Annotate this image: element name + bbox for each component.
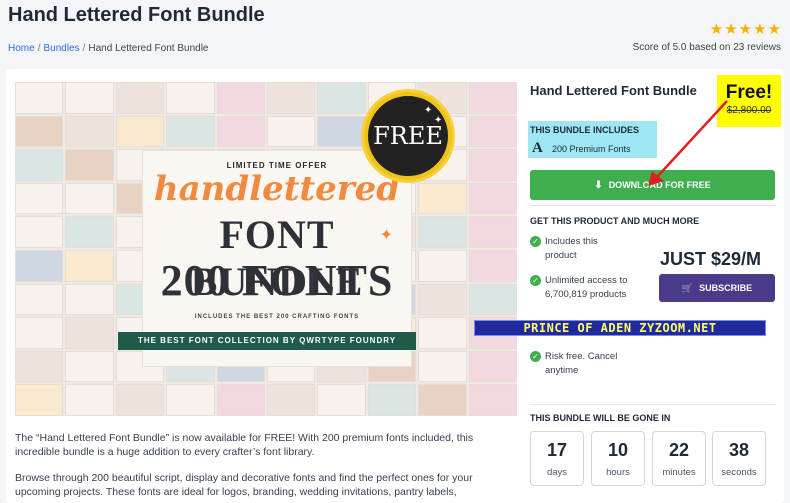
feature-item: ✓ Unlimited access to 6,700,819 products xyxy=(530,274,635,302)
feature-text: Risk free. Cancel anytime xyxy=(545,351,618,376)
check-icon: ✓ xyxy=(530,275,541,286)
subscribe-button[interactable]: 🛒 SUBSCRIBE xyxy=(659,274,775,302)
get-product-heading: GET THIS PRODUCT AND MUCH MORE xyxy=(530,216,700,226)
description-paragraph: The “Hand Lettered Font Bundle” is now a… xyxy=(15,432,474,458)
countdown-value: 17 xyxy=(546,440,568,460)
feature-text: Unlimited access to 6,700,819 products xyxy=(545,275,628,300)
cart-icon: 🛒 xyxy=(681,282,694,293)
countdown-label: hours xyxy=(606,467,630,478)
countdown-heading: THIS BUNDLE WILL BE GONE IN xyxy=(530,413,671,423)
feature-item: ✓ Risk free. Cancel anytime xyxy=(530,350,630,378)
countdown-value: 22 xyxy=(668,440,690,460)
countdown-label: days xyxy=(546,467,568,478)
divider xyxy=(530,404,775,405)
countdown-value: 10 xyxy=(607,440,629,460)
countdown-days: 17 days xyxy=(530,431,584,486)
countdown-label: seconds xyxy=(721,467,757,478)
check-icon: ✓ xyxy=(530,351,541,362)
feature-item: ✓ Includes this product xyxy=(530,235,630,263)
countdown-value: 38 xyxy=(728,440,750,460)
subscribe-label: SUBSCRIBE xyxy=(699,283,753,293)
divider xyxy=(530,205,775,206)
countdown-label: minutes xyxy=(662,467,696,478)
feature-text: Includes this product xyxy=(545,236,598,261)
countdown-hours: 10 hours xyxy=(591,431,645,486)
countdown-minutes: 22 minutes xyxy=(652,431,706,486)
watermark-banner: PRINCE OF ADEN ZYZOOM.NET xyxy=(474,320,766,336)
countdown-seconds: 38 seconds xyxy=(712,431,766,486)
check-icon: ✓ xyxy=(530,236,541,247)
description-paragraph: Browse through 200 beautiful script, dis… xyxy=(15,472,473,498)
subscription-price: JUST $29/M xyxy=(660,249,762,269)
